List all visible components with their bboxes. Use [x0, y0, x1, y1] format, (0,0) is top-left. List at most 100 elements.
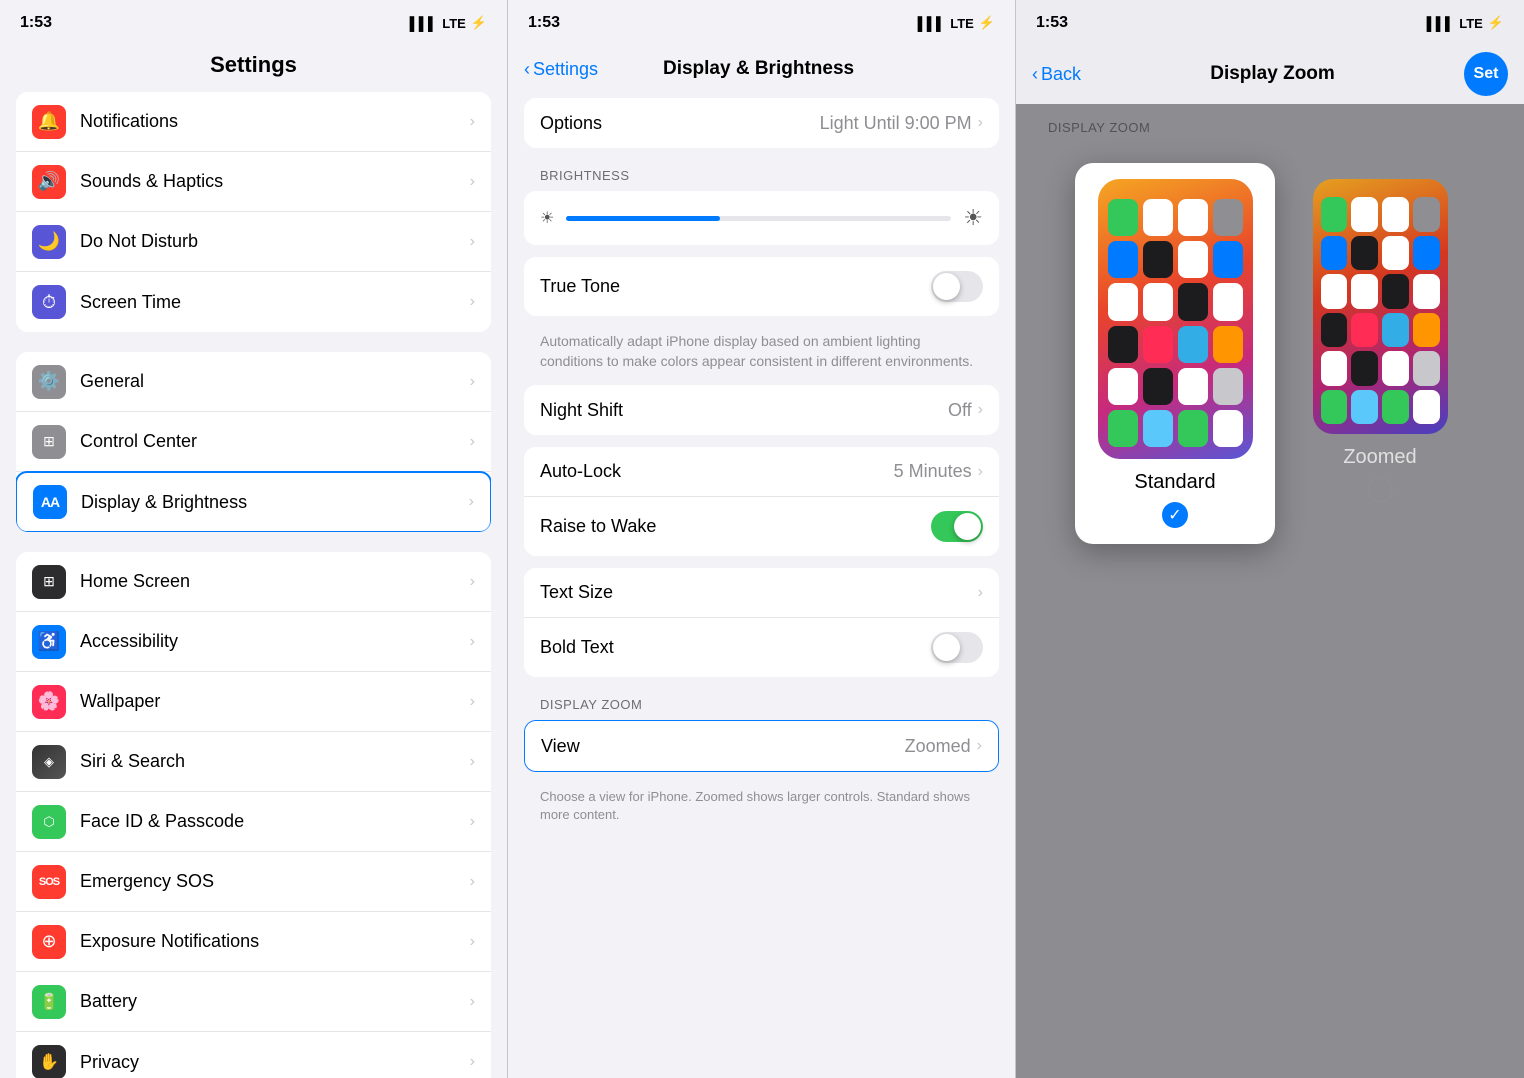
sounds-icon: 🔊: [32, 165, 66, 199]
true-tone-description: Automatically adapt iPhone display based…: [508, 328, 1015, 381]
app-icon: [1143, 283, 1173, 320]
sidebar-item-screen-time[interactable]: ⏱ Screen Time ›: [16, 272, 491, 332]
app-icon: [1213, 283, 1243, 320]
bold-text-item[interactable]: Bold Text: [524, 618, 999, 677]
sidebar-item-privacy[interactable]: ✋ Privacy ›: [16, 1032, 491, 1078]
lte-label-2: LTE: [950, 16, 974, 31]
zoomed-radio[interactable]: [1367, 477, 1393, 503]
sidebar-item-exposure[interactable]: ⊕ Exposure Notifications ›: [16, 912, 491, 972]
status-bar-3: 1:53 ▌▌▌ LTE ⚡: [1016, 0, 1524, 44]
display-icon: AA: [33, 485, 67, 519]
siri-chevron: ›: [470, 753, 475, 771]
brightness-track[interactable]: [566, 216, 951, 221]
zoom-back-chevron: ‹: [1032, 64, 1038, 85]
zoom-set-button[interactable]: Set: [1464, 52, 1508, 96]
true-tone-toggle[interactable]: [931, 271, 983, 302]
sidebar-item-do-not-disturb[interactable]: 🌙 Do Not Disturb ›: [16, 212, 491, 272]
app-icon: [1143, 241, 1173, 278]
back-chevron-icon: ‹: [524, 59, 530, 80]
status-icons-2: ▌▌▌ LTE ⚡: [918, 15, 995, 31]
settings-group-2-wrapper: ⚙️ General › ⊞ Control Center › AA Displ…: [16, 352, 491, 532]
signal-icon-3: ▌▌▌: [1427, 16, 1455, 31]
app-icon: [1108, 199, 1138, 236]
siri-icon: ◈: [32, 745, 66, 779]
display-scroll-area: Options Light Until 9:00 PM › BRIGHTNESS…: [508, 94, 1015, 1078]
battery-label: Battery: [80, 991, 462, 1012]
sidebar-item-home-screen[interactable]: ⊞ Home Screen ›: [16, 552, 491, 612]
battery-icon: 🔋: [32, 985, 66, 1019]
app-icon: [1382, 274, 1409, 309]
battery-icon-2: ⚡: [979, 15, 995, 31]
phone-mockup-standard: [1098, 179, 1253, 459]
auto-lock-label: Auto-Lock: [540, 461, 894, 482]
text-size-item[interactable]: Text Size ›: [524, 568, 999, 618]
app-icon: [1413, 197, 1440, 232]
app-icon: [1108, 283, 1138, 320]
standard-label: Standard: [1134, 471, 1215, 494]
sidebar-item-faceid[interactable]: ⬡ Face ID & Passcode ›: [16, 792, 491, 852]
sidebar-item-general[interactable]: ⚙️ General ›: [16, 352, 491, 412]
general-label: General: [80, 371, 462, 392]
status-time-2: 1:53: [528, 14, 560, 32]
zoom-zoomed-card[interactable]: Zoomed: [1295, 163, 1465, 544]
app-icon: [1321, 197, 1348, 232]
true-tone-item[interactable]: True Tone: [524, 257, 999, 316]
app-icon: [1413, 236, 1440, 271]
control-center-icon: ⊞: [32, 425, 66, 459]
app-icon: [1382, 390, 1409, 425]
app-icon: [1213, 410, 1243, 447]
zoomed-label: Zoomed: [1343, 446, 1416, 469]
sounds-label: Sounds & Haptics: [80, 171, 462, 192]
zoom-standard-card[interactable]: Standard ✓: [1075, 163, 1275, 544]
zoom-back-button[interactable]: ‹ Back: [1032, 64, 1081, 85]
phone-screen-zoomed: [1313, 179, 1448, 434]
display-zoom-view-item[interactable]: View Zoomed ›: [525, 721, 998, 771]
night-shift-chevron: ›: [978, 401, 983, 419]
settings-group-1: 🔔 Notifications › 🔊 Sounds & Haptics › 🌙…: [16, 92, 491, 332]
bold-text-toggle[interactable]: [931, 632, 983, 663]
appearance-options-chevron: ›: [978, 114, 983, 132]
auto-lock-item[interactable]: Auto-Lock 5 Minutes ›: [524, 447, 999, 497]
sidebar-item-emergency[interactable]: SOS Emergency SOS ›: [16, 852, 491, 912]
app-icon: [1351, 197, 1378, 232]
emergency-icon: SOS: [32, 865, 66, 899]
phone-mockup-zoomed: [1313, 179, 1448, 434]
appearance-options-label: Options: [540, 113, 820, 134]
sidebar-item-display[interactable]: AA Display & Brightness ›: [16, 471, 491, 532]
brightness-row: ☀ ☀: [524, 191, 999, 245]
text-size-chevron: ›: [978, 584, 983, 602]
raise-to-wake-toggle[interactable]: [931, 511, 983, 542]
sidebar-item-siri[interactable]: ◈ Siri & Search ›: [16, 732, 491, 792]
appearance-options-item[interactable]: Options Light Until 9:00 PM ›: [524, 98, 999, 148]
settings-group-2: ⚙️ General › ⊞ Control Center › AA Displ…: [16, 352, 491, 532]
siri-label: Siri & Search: [80, 751, 462, 772]
standard-radio[interactable]: ✓: [1162, 502, 1188, 528]
back-label: Settings: [533, 59, 598, 80]
display-zoom-section-label: DISPLAY ZOOM: [508, 689, 1015, 716]
brightness-section-label: BRIGHTNESS: [508, 160, 1015, 187]
night-shift-group: Night Shift Off ›: [524, 385, 999, 435]
brightness-high-icon: ☀: [963, 205, 983, 231]
faceid-chevron: ›: [470, 813, 475, 831]
sidebar-item-battery[interactable]: 🔋 Battery ›: [16, 972, 491, 1032]
sidebar-item-sounds[interactable]: 🔊 Sounds & Haptics ›: [16, 152, 491, 212]
app-icon: [1351, 313, 1378, 348]
sidebar-item-accessibility[interactable]: ♿ Accessibility ›: [16, 612, 491, 672]
display-nav-title: Display & Brightness: [598, 58, 919, 80]
sidebar-item-wallpaper[interactable]: 🌸 Wallpaper ›: [16, 672, 491, 732]
appearance-group: Options Light Until 9:00 PM ›: [524, 98, 999, 148]
app-icon: [1321, 236, 1348, 271]
display-label: Display & Brightness: [81, 492, 461, 513]
display-back-button[interactable]: ‹ Settings: [524, 59, 598, 80]
true-tone-label: True Tone: [540, 276, 931, 297]
night-shift-item[interactable]: Night Shift Off ›: [524, 385, 999, 435]
battery-icon-1: ⚡: [471, 15, 487, 31]
general-icon: ⚙️: [32, 365, 66, 399]
app-icon: [1213, 199, 1243, 236]
app-icon: [1351, 236, 1378, 271]
sidebar-item-notifications[interactable]: 🔔 Notifications ›: [16, 92, 491, 152]
screen-time-icon: ⏱: [32, 285, 66, 319]
sidebar-item-control-center[interactable]: ⊞ Control Center ›: [16, 412, 491, 472]
raise-to-wake-item[interactable]: Raise to Wake: [524, 497, 999, 556]
app-icon: [1213, 241, 1243, 278]
